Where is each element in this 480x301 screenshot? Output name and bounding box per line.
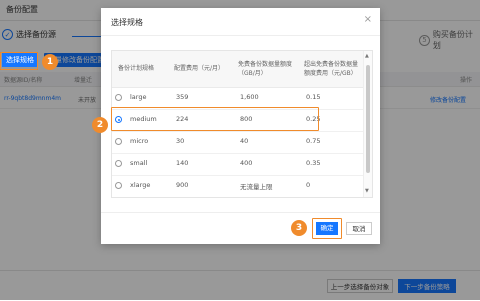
cancel-button[interactable]: 取消 xyxy=(346,222,372,235)
spec-name: xlarge xyxy=(130,181,151,189)
callout-badge-3: 3 xyxy=(291,220,307,236)
spec-overage: 0 xyxy=(306,181,311,189)
spec-radio[interactable] xyxy=(115,160,122,167)
col-spec: 备份计划规格 xyxy=(118,65,155,72)
select-spec-dialog: 选择规格 × 备份计划规格 配置费用（元/月） 免费备份数据量额度（GB/月） … xyxy=(101,8,380,244)
spec-row-small[interactable]: small 140 400 0.35 xyxy=(112,153,364,176)
spec-name: small xyxy=(130,159,148,167)
spec-price: 359 xyxy=(176,93,189,101)
spec-price: 30 xyxy=(176,137,185,145)
scroll-up-icon[interactable]: ▲ xyxy=(365,53,369,59)
callout-badge-2: 2 xyxy=(92,117,108,133)
table-scrollbar[interactable]: ▲ ▼ xyxy=(363,51,372,197)
highlight-ok-button xyxy=(312,218,342,239)
col-price: 配置费用（元/月） xyxy=(174,65,225,72)
dialog-title: 选择规格 xyxy=(111,18,143,27)
scroll-thumb[interactable] xyxy=(366,65,370,173)
spec-name: micro xyxy=(130,137,149,145)
spec-table-header: 备份计划规格 配置费用（元/月） 免费备份数据量额度（GB/月） 超出免费备份数… xyxy=(112,51,364,88)
dialog-divider xyxy=(101,35,380,36)
col-overage: 超出免费备份数据量额度费用（元/GB） xyxy=(304,61,359,77)
highlight-medium-row xyxy=(111,107,319,131)
highlight-select-spec-front xyxy=(0,52,38,70)
col-free-quota: 免费备份数据量额度（GB/月） xyxy=(238,61,293,77)
close-icon[interactable]: × xyxy=(364,13,372,27)
spec-price: 900 xyxy=(176,181,189,189)
spec-quota: 无流量上限 xyxy=(240,183,273,191)
spec-radio[interactable] xyxy=(115,94,122,101)
spec-name: large xyxy=(130,93,147,101)
spec-quota: 1,600 xyxy=(240,93,259,101)
spec-quota: 400 xyxy=(240,159,253,167)
scroll-down-icon[interactable]: ▼ xyxy=(365,188,369,194)
callout-badge-1: 1 xyxy=(42,54,58,70)
spec-row-xlarge[interactable]: xlarge 900 无流量上限 0 xyxy=(112,175,364,197)
spec-overage: 0.35 xyxy=(306,159,321,167)
spec-price: 140 xyxy=(176,159,189,167)
spec-radio[interactable] xyxy=(115,138,122,145)
spec-overage: 0.15 xyxy=(306,93,321,101)
spec-quota: 40 xyxy=(240,137,249,145)
spec-radio[interactable] xyxy=(115,182,122,189)
spec-row-micro[interactable]: micro 30 40 0.75 xyxy=(112,131,364,154)
spec-overage: 0.75 xyxy=(306,137,321,145)
dialog-footer-divider xyxy=(101,212,380,213)
